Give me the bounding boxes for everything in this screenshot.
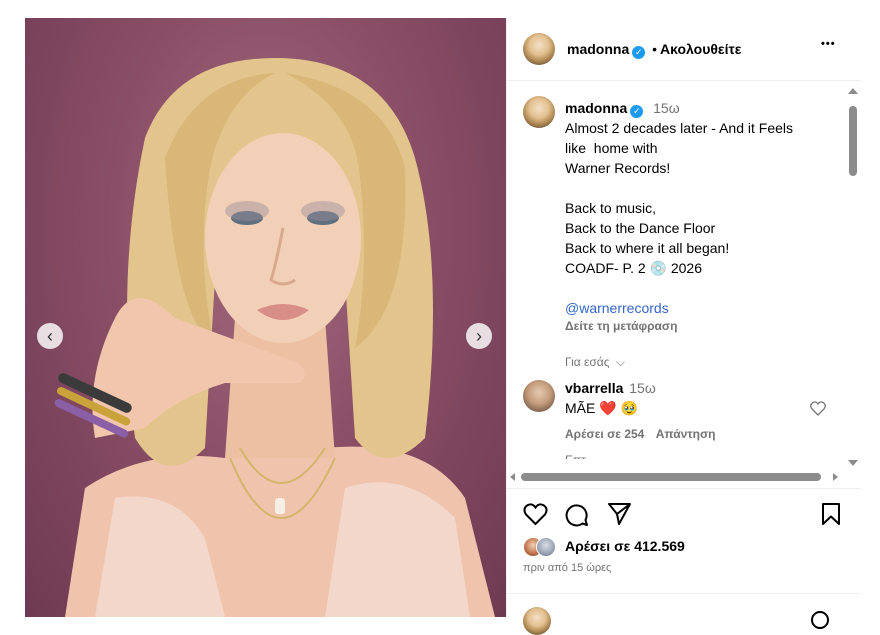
more-options-button[interactable]: ••• bbox=[821, 38, 836, 50]
caption-line bbox=[565, 178, 815, 198]
verified-icon: ✓ bbox=[630, 105, 644, 118]
comment-box-divider bbox=[507, 593, 861, 594]
header-user-line: madonna ✓ • Ακολουθείτε bbox=[567, 41, 741, 59]
author-avatar[interactable] bbox=[523, 33, 555, 65]
scrollbar-thumb-horizontal[interactable] bbox=[521, 473, 821, 481]
verified-icon: ✓ bbox=[632, 46, 646, 59]
comment-likes[interactable]: Αρέσει σε 254 bbox=[565, 427, 644, 441]
next-comment-partial: Επτ bbox=[565, 453, 825, 459]
post-side-panel: madonna ✓ • Ακολουθείτε ••• madonna ✓ 15ω A… bbox=[506, 18, 861, 635]
comment: vbarrella 15ω MÃE ❤️ 🥹 Αρέσει σε 254 Απά… bbox=[565, 380, 825, 459]
mention-link[interactable]: @warnerrecords bbox=[565, 298, 815, 318]
caption-time[interactable]: 15ω bbox=[653, 100, 680, 116]
caption: madonna ✓ 15ω Almost 2 decades later - An… bbox=[565, 98, 815, 372]
for-you-dropdown[interactable]: Για εσάς ⌵ bbox=[565, 352, 815, 372]
comment-time[interactable]: 15ω bbox=[629, 380, 656, 396]
commenter-avatar[interactable] bbox=[523, 380, 555, 412]
caption-line: Almost 2 decades later - And it Feels bbox=[565, 120, 793, 136]
comment-text: MÃE ❤️ 🥹 bbox=[565, 400, 638, 416]
reply-button[interactable]: Απάντηση bbox=[656, 427, 716, 441]
for-you-label: Για εσάς bbox=[565, 355, 610, 369]
author-username[interactable]: madonna bbox=[567, 41, 629, 57]
horizontal-scrollbar[interactable] bbox=[507, 470, 845, 484]
chevron-down-icon: ⌵ bbox=[615, 355, 625, 369]
comment-icon[interactable] bbox=[565, 503, 589, 527]
portrait-illustration bbox=[54, 58, 495, 617]
comment-like-icon[interactable] bbox=[810, 401, 826, 416]
commenter-username[interactable]: vbarrella bbox=[565, 380, 623, 396]
likes-count[interactable]: Αρέσει σε 412.569 bbox=[565, 538, 685, 554]
carousel-prev-button[interactable]: ‹ bbox=[37, 323, 63, 349]
caption-line: COADF- P. 2 💿 2026 bbox=[565, 260, 703, 276]
caption-username[interactable]: madonna bbox=[565, 100, 627, 116]
current-user-avatar bbox=[523, 607, 551, 635]
caption-line: like home with bbox=[565, 140, 658, 156]
caption-line: Back to where it all began! bbox=[565, 240, 730, 256]
action-bar: Αρέσει σε 412.569 πριν από 15 ώρες bbox=[507, 488, 861, 635]
caption-line: Back to the Dance Floor bbox=[565, 220, 716, 236]
carousel-next-button[interactable]: › bbox=[466, 323, 492, 349]
caption-line: Warner Records! bbox=[565, 160, 671, 176]
vertical-scrollbar[interactable] bbox=[845, 86, 861, 478]
scroll-down-arrow-icon[interactable] bbox=[848, 460, 858, 466]
scroll-left-arrow-icon[interactable] bbox=[510, 473, 515, 481]
emoji-icon[interactable] bbox=[811, 611, 829, 629]
caption-line bbox=[565, 278, 815, 298]
post-timestamp[interactable]: πριν από 15 ώρες bbox=[523, 562, 611, 574]
post-photo[interactable]: ‹ › bbox=[25, 18, 506, 617]
share-icon[interactable] bbox=[608, 503, 631, 525]
liked-by-avatars[interactable] bbox=[523, 537, 556, 557]
caption-avatar[interactable] bbox=[523, 96, 555, 128]
caption-line: Back to music, bbox=[565, 200, 657, 216]
scrollbar-thumb[interactable] bbox=[849, 106, 857, 176]
liker-avatar bbox=[536, 537, 556, 557]
scroll-right-arrow-icon[interactable] bbox=[833, 473, 838, 481]
scroll-up-arrow-icon[interactable] bbox=[848, 88, 858, 94]
post-header: madonna ✓ • Ακολουθείτε ••• bbox=[507, 18, 861, 81]
header-separator: • bbox=[652, 41, 658, 57]
following-status[interactable]: Ακολουθείτε bbox=[660, 41, 741, 57]
see-translation-link[interactable]: Δείτε τη μετάφραση bbox=[565, 318, 815, 334]
like-icon[interactable] bbox=[523, 503, 548, 526]
save-bookmark-icon[interactable] bbox=[821, 503, 841, 525]
